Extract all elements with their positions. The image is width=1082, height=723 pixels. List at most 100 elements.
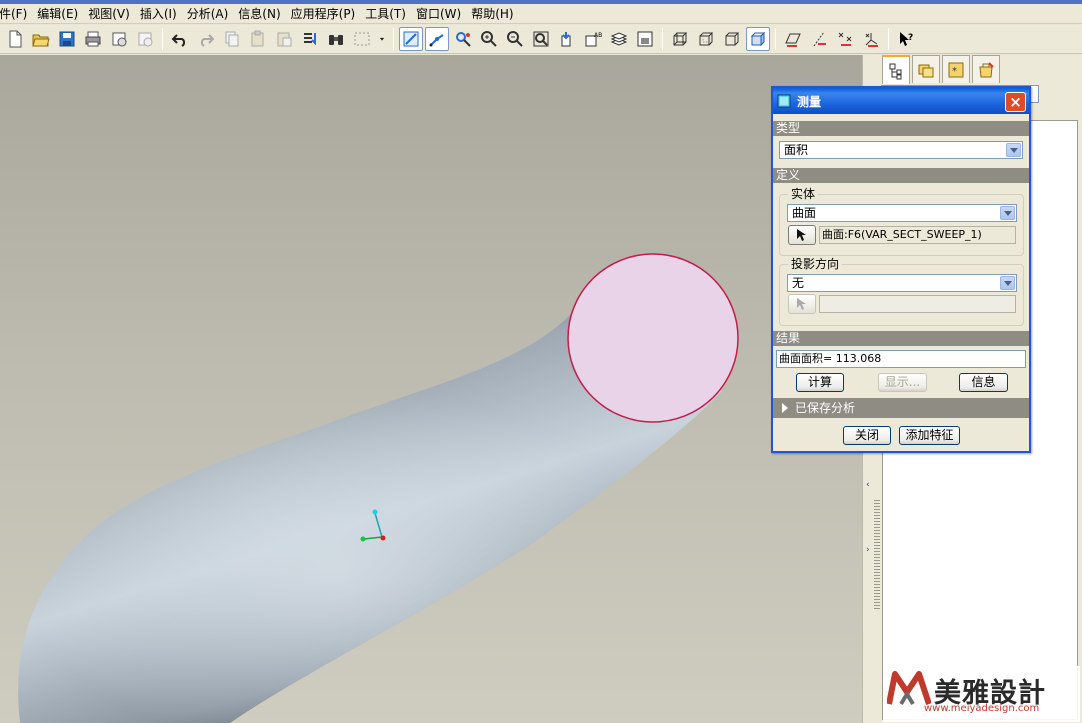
model-tree-tab[interactable] <box>882 55 910 84</box>
menu-window[interactable]: 窗口(W) <box>411 5 466 23</box>
saved-analysis-label: 已保存分析 <box>795 401 856 415</box>
selected-end-face[interactable] <box>567 253 739 423</box>
new-icon[interactable] <box>3 27 27 51</box>
menu-applications[interactable]: 应用程序(P) <box>286 5 361 23</box>
projection-group-label: 投影方向 <box>788 258 843 270</box>
compute-button[interactable]: 计算 <box>796 373 844 392</box>
cursor-arrow-icon <box>797 229 806 241</box>
entity-reference-field[interactable]: 曲面:F6(VAR_SECT_SWEEP_1) <box>819 226 1016 244</box>
repaint-icon[interactable] <box>399 27 423 51</box>
folder-icon <box>918 64 934 77</box>
undo-icon[interactable] <box>168 27 192 51</box>
refit-icon[interactable] <box>529 27 553 51</box>
toolbar-separator <box>662 28 663 50</box>
paste-icon[interactable] <box>246 27 270 51</box>
orient-icon[interactable] <box>451 27 475 51</box>
result-field[interactable]: 曲面面积= 113.068 <box>776 350 1026 368</box>
measure-dialog: 测量 × 类型 面积 定义 实体 曲面 曲面:F6(VAR_SECT_SWEEP… <box>771 86 1031 453</box>
email-icon[interactable] <box>107 27 131 51</box>
result-section-header: 结果 <box>773 331 1029 346</box>
entity-select-value: 曲面 <box>792 206 817 220</box>
wireframe-icon[interactable] <box>668 27 692 51</box>
add-feature-button[interactable]: 添加特征 <box>899 426 960 445</box>
collapse-arrow-icon[interactable]: ‹ <box>866 480 876 490</box>
menu-file[interactable]: 件(F) <box>0 5 32 23</box>
graphics-viewport[interactable] <box>0 55 862 723</box>
chevron-down-icon[interactable] <box>1006 143 1021 157</box>
main-toolbar: AB ? <box>0 25 1082 54</box>
define-section-header: 定义 <box>773 168 1029 183</box>
paste-special-icon[interactable] <box>272 27 296 51</box>
svg-text:AB: AB <box>594 32 602 39</box>
send-icon[interactable] <box>133 27 157 51</box>
pipe-model <box>18 253 739 723</box>
layers-icon[interactable] <box>607 27 631 51</box>
type-select[interactable]: 面积 <box>779 141 1023 159</box>
dialog-title: 测量 <box>797 94 822 109</box>
zoom-out-icon[interactable] <box>503 27 527 51</box>
chevron-down-icon[interactable] <box>1000 276 1015 290</box>
chevron-down-icon[interactable] <box>1000 206 1015 220</box>
watermark-url: www.meiyadesign.com <box>924 703 1040 714</box>
menu-help[interactable]: 帮助(H) <box>466 5 518 23</box>
open-icon[interactable] <box>29 27 53 51</box>
type-section-header: 类型 <box>773 121 1029 136</box>
menu-tools[interactable]: 工具(T) <box>360 5 411 23</box>
type-select-value: 面积 <box>784 143 809 157</box>
menu-info[interactable]: 信息(N) <box>233 5 285 23</box>
csys-icon[interactable] <box>859 27 883 51</box>
print-icon[interactable] <box>81 27 105 51</box>
close-icon[interactable]: × <box>1005 92 1026 112</box>
toolbox-icon <box>979 61 994 77</box>
datum-points-icon[interactable] <box>833 27 857 51</box>
projection-select[interactable]: 无 <box>787 274 1017 292</box>
entity-pick-button[interactable] <box>788 225 816 245</box>
dialog-titlebar[interactable]: 测量 <box>773 88 1029 114</box>
info-button[interactable]: 信息 <box>959 373 1008 392</box>
favorites-icon: * <box>948 62 964 77</box>
annotation-icon[interactable]: AB <box>581 27 605 51</box>
model-display-icon[interactable] <box>633 27 657 51</box>
entity-select[interactable]: 曲面 <box>787 204 1017 222</box>
select-box-icon[interactable] <box>350 27 374 51</box>
no-hidden-icon[interactable] <box>720 27 744 51</box>
show-button[interactable]: 显示... <box>878 373 927 392</box>
model-tree-icon <box>889 63 902 79</box>
toolbar-separator <box>775 28 776 50</box>
menu-bar: 件(F) 编辑(E) 视图(V) 插入(I) 分析(A) 信息(N) 应用程序(… <box>0 4 1082 24</box>
projection-reference-field[interactable] <box>819 295 1016 313</box>
menu-edit[interactable]: 编辑(E) <box>32 5 83 23</box>
projection-pick-button[interactable] <box>788 294 816 314</box>
folder-browser-tab[interactable] <box>912 55 940 83</box>
measure-icon <box>777 94 791 108</box>
close-button[interactable]: 关闭 <box>843 426 891 445</box>
shading-icon[interactable] <box>746 27 770 51</box>
datum-axes-icon[interactable] <box>807 27 831 51</box>
expand-triangle-icon <box>782 403 788 413</box>
cursor-arrow-icon <box>797 298 806 310</box>
spin-center-icon[interactable] <box>425 27 449 51</box>
entity-group-label: 实体 <box>788 188 819 200</box>
copy-icon[interactable] <box>220 27 244 51</box>
binoculars-icon[interactable] <box>324 27 348 51</box>
dropdown-arrow-icon[interactable] <box>376 27 388 51</box>
favorites-tab[interactable]: * <box>942 55 970 83</box>
svg-text:*: * <box>952 66 957 77</box>
projection-select-value: 无 <box>792 276 805 290</box>
regenerate-icon[interactable] <box>298 27 322 51</box>
connections-tab[interactable] <box>972 55 1000 83</box>
navigator-tabs: * <box>882 55 1000 84</box>
menu-insert[interactable]: 插入(I) <box>135 5 182 23</box>
save-icon[interactable] <box>55 27 79 51</box>
toolbar-separator <box>393 28 394 50</box>
hidden-line-icon[interactable] <box>694 27 718 51</box>
datum-planes-icon[interactable] <box>781 27 805 51</box>
menu-analysis[interactable]: 分析(A) <box>182 5 234 23</box>
svg-text:?: ? <box>908 33 913 43</box>
saved-analysis-expander[interactable]: 已保存分析 <box>773 398 1029 418</box>
zoom-in-icon[interactable] <box>477 27 501 51</box>
saved-views-icon[interactable] <box>555 27 579 51</box>
redo-icon[interactable] <box>194 27 218 51</box>
menu-view[interactable]: 视图(V) <box>83 5 135 23</box>
whats-this-icon[interactable]: ? <box>894 27 918 51</box>
